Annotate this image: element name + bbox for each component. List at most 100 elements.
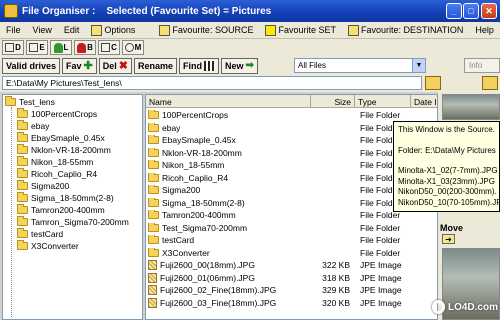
file-size: 322 KB xyxy=(322,260,350,270)
menu-fav-source-label: Favourite: SOURCE xyxy=(172,25,254,35)
tree-item-label: Nikon_18-55mm xyxy=(31,157,94,167)
tree-item[interactable]: EbaySmaple_0.45x xyxy=(17,132,105,144)
close-button[interactable]: ✕ xyxy=(481,3,497,19)
menu-options-label: Options xyxy=(104,25,136,35)
menu-edit[interactable]: Edit xyxy=(58,22,86,38)
delete-label: Del xyxy=(102,60,117,71)
drive-l-label: L xyxy=(63,43,69,52)
path-input[interactable]: E:\Data\My Pictures\Test_lens\ xyxy=(2,76,422,90)
path-bar: E:\Data\My Pictures\Test_lens\ xyxy=(0,75,500,92)
drive-m-button[interactable]: M xyxy=(122,40,144,55)
folder-icon xyxy=(17,144,28,154)
tree-item-label: Sigma200 xyxy=(31,181,70,191)
tree-item[interactable]: ebay xyxy=(17,120,49,132)
file-row[interactable]: Fuji2600_03_Fine(18mm).JPG 320 KB JPE Imag… xyxy=(146,297,437,309)
chevron-down-icon: ▼ xyxy=(412,59,425,72)
tree-item-label: Ricoh_Caplio_R4 xyxy=(31,169,98,179)
menu-fav-set[interactable]: Favourite SET xyxy=(259,22,342,38)
tree-item[interactable]: X3Converter xyxy=(17,240,79,252)
file-name-cell: Tamron200-400mm xyxy=(146,210,338,220)
tree-item[interactable]: Sigma_18-50mm(2-8) xyxy=(17,192,114,204)
fav-label: Fav xyxy=(66,60,82,71)
folder-icon xyxy=(148,122,159,132)
column-size[interactable]: Size xyxy=(311,95,355,108)
folder-up-icon[interactable] xyxy=(482,76,498,90)
folder-icon xyxy=(17,156,28,166)
column-type[interactable]: Type xyxy=(355,95,411,108)
file-row[interactable]: X3Converter File Folder xyxy=(146,247,437,259)
file-size: 320 KB xyxy=(322,297,350,308)
tooltip-gap xyxy=(398,156,499,166)
tree-item[interactable]: Sigma200 xyxy=(17,180,69,192)
menu-fav-destination[interactable]: Favourite: DESTINATION xyxy=(342,22,469,38)
go-folder-icon[interactable] xyxy=(425,76,441,90)
tree-item[interactable]: Tamron200-400mm xyxy=(17,204,105,216)
file-row[interactable]: Fuji2600_02_Fine(18mm).JPG 329 KB JPE Imag… xyxy=(146,284,437,296)
folder-icon xyxy=(148,197,159,207)
minimize-button[interactable]: _ xyxy=(446,3,462,19)
delete-button[interactable]: Del ✖ xyxy=(98,57,132,74)
disc-icon xyxy=(124,43,134,52)
drive-l-button[interactable]: L xyxy=(50,40,72,55)
file-name-cell: X3Converter xyxy=(146,247,338,258)
file-size: 329 KB xyxy=(322,285,350,295)
tree-item[interactable]: 100PercentCrops xyxy=(17,108,97,120)
tree-item[interactable]: Nikon_18-55mm xyxy=(17,156,93,168)
app-icon xyxy=(4,4,18,18)
user-icon xyxy=(53,42,63,53)
file-name: 100PercentCrops xyxy=(162,110,229,120)
find-button[interactable]: Find xyxy=(179,57,220,74)
drive-e-button[interactable]: E xyxy=(26,40,48,55)
set-icon xyxy=(265,24,277,36)
folder-icon xyxy=(17,216,28,226)
info-button[interactable]: Info xyxy=(464,58,500,73)
column-date[interactable]: Date I xyxy=(411,95,437,108)
delete-icon: ✖ xyxy=(118,60,128,72)
new-button[interactable]: New ➡ xyxy=(221,57,258,74)
menu-fav-source[interactable]: Favourite: SOURCE xyxy=(153,22,259,38)
drive-b-label: B xyxy=(87,43,93,52)
file-row[interactable]: 100PercentCrops File Folder xyxy=(146,109,437,121)
menu-file[interactable]: File xyxy=(0,22,27,38)
file-row[interactable]: Test_Sigma70-200mm File Folder xyxy=(146,222,437,234)
tree-item[interactable]: Tamron_Sigma70-200mm xyxy=(17,216,129,228)
tree-item[interactable]: Ricoh_Caplio_R4 xyxy=(17,168,97,180)
tree-item[interactable]: testCard xyxy=(17,228,63,240)
tree-item-label: Sigma_18-50mm(2-8) xyxy=(31,193,114,203)
rename-button[interactable]: Rename xyxy=(134,57,178,74)
tooltip-file: NikonD50_00(200-300mm). xyxy=(398,187,497,196)
column-name[interactable]: Name xyxy=(146,95,311,108)
drive-c-button[interactable]: C xyxy=(98,40,120,55)
tree-root[interactable]: Test_lens xyxy=(5,96,55,108)
watermark-logo-icon xyxy=(432,300,445,314)
folder-icon xyxy=(148,110,159,119)
file-type: JPE Image xyxy=(360,260,402,270)
file-row[interactable]: Fuji2600_01(06mm).JPG 318 KB JPE Image xyxy=(146,272,437,284)
valid-drives-button[interactable]: Valid drives xyxy=(2,57,61,74)
title-bar: File Organiser : Selected (Favourite Set… xyxy=(0,0,500,22)
maximize-button[interactable]: □ xyxy=(463,3,479,19)
menu-view[interactable]: View xyxy=(27,22,58,38)
binoculars-icon xyxy=(204,60,216,71)
file-row[interactable]: testCard File Folder xyxy=(146,234,437,246)
move-arrow-icon[interactable]: ➜ xyxy=(442,234,455,244)
menu-options[interactable]: Options xyxy=(85,22,141,38)
file-row[interactable]: Fuji2600_00(18mm).JPG 322 KB JPE Image xyxy=(146,259,437,271)
tree-item[interactable]: Nklon-VR-18-200mm xyxy=(17,144,111,156)
preview-thumbnail[interactable] xyxy=(442,94,500,120)
destination-icon xyxy=(347,24,359,36)
folder-icon xyxy=(17,108,28,118)
folder-icon xyxy=(148,147,159,157)
file-type: File Folder xyxy=(360,110,401,120)
file-name-cell: Ricoh_Caplio_R4 xyxy=(146,172,338,183)
file-name: Tamron200-400mm xyxy=(162,210,236,220)
drive-d-button[interactable]: D xyxy=(2,40,24,55)
drive-b-button[interactable]: B xyxy=(74,40,96,55)
fav-button[interactable]: Fav ✚ xyxy=(62,57,97,74)
tree-item-label: X3Converter xyxy=(31,241,79,251)
folder-tree: Test_lens 100PercentCrops ebay EbaySmapl… xyxy=(2,94,143,320)
menu-help[interactable]: Help xyxy=(469,22,500,38)
file-filter-select[interactable]: All Files ▼ xyxy=(294,58,426,73)
folder-icon xyxy=(17,168,28,178)
file-type: File Folder xyxy=(360,222,401,233)
